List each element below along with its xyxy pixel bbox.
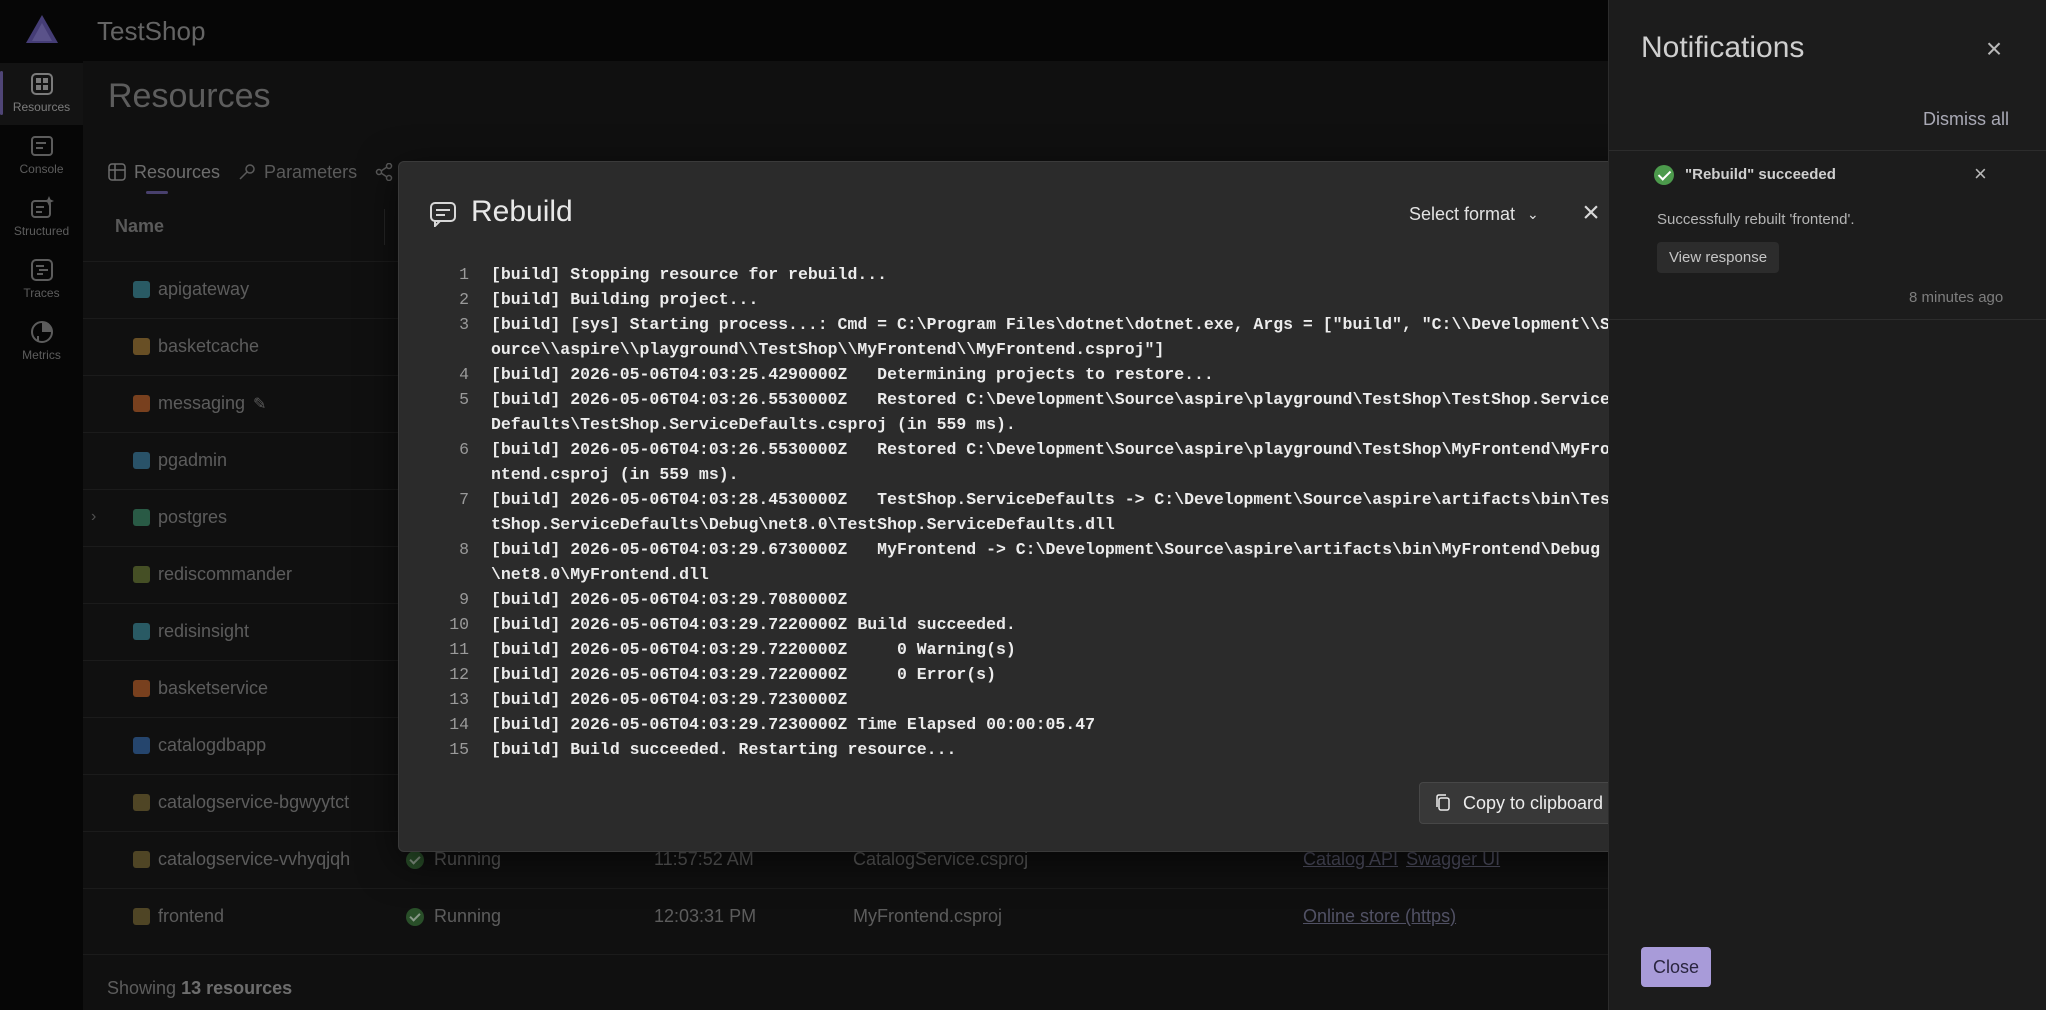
line-text: [build] Building project... <box>491 290 759 309</box>
line-text: [build] 2026-05-06T04:03:29.7220000Z 0 E… <box>491 665 996 684</box>
log-line: 10 [build] 2026-05-06T04:03:29.7220000Z B… <box>429 612 1619 637</box>
log-line: 7 [build] 2026-05-06T04:03:28.4530000Z Te… <box>429 487 1619 537</box>
line-text: [build] Build succeeded. Restarting reso… <box>491 740 957 759</box>
line-number: 8 <box>459 540 469 559</box>
line-number: 2 <box>459 290 469 309</box>
log-line: 12 [build] 2026-05-06T04:03:29.7220000Z 0… <box>429 662 1619 687</box>
line-number: 6 <box>459 440 469 459</box>
message-icon <box>430 202 456 227</box>
line-number: 12 <box>449 665 469 684</box>
line-text: [build] 2026-05-06T04:03:29.7220000Z 0 W… <box>491 640 1016 659</box>
close-button[interactable]: Close <box>1641 947 1711 987</box>
copy-to-clipboard-button[interactable]: Copy to clipboard <box>1419 782 1619 824</box>
close-icon[interactable]: × <box>1574 196 1608 230</box>
line-text: [build] [sys] Starting process...: Cmd =… <box>491 315 1610 359</box>
log-line: 8 [build] 2026-05-06T04:03:29.6730000Z My… <box>429 537 1619 587</box>
line-text: [build] 2026-05-06T04:03:29.7230000Z <box>491 690 848 709</box>
format-dropdown[interactable]: Select format ⌄ <box>1409 204 1539 225</box>
notification-text: Successfully rebuilt 'frontend'. <box>1657 211 1855 228</box>
dismiss-all-button[interactable]: Dismiss all <box>1923 109 2009 130</box>
log-line: 9 [build] 2026-05-06T04:03:29.7080000Z <box>429 587 1619 612</box>
line-number: 1 <box>459 265 469 284</box>
log-line: 5 [build] 2026-05-06T04:03:26.5530000Z Re… <box>429 387 1619 437</box>
line-text: [build] 2026-05-06T04:03:29.6730000Z MyF… <box>491 540 1600 584</box>
log-line: 11 [build] 2026-05-06T04:03:29.7220000Z 0… <box>429 637 1619 662</box>
copy-icon <box>1436 794 1450 811</box>
line-number: 15 <box>449 740 469 759</box>
line-number: 11 <box>449 640 469 659</box>
notification-title: "Rebuild" succeeded <box>1685 166 1836 183</box>
view-response-button[interactable]: View response <box>1657 242 1779 273</box>
rebuild-dialog: Rebuild Select format ⌄ × 1 [build] Stopp… <box>398 161 1648 852</box>
line-number: 14 <box>449 715 469 734</box>
line-text: [build] 2026-05-06T04:03:25.4290000Z Det… <box>491 365 1214 384</box>
line-number: 9 <box>459 590 469 609</box>
line-text: [build] 2026-05-06T04:03:26.5530000Z Res… <box>491 440 1610 484</box>
notifications-title: Notifications <box>1641 31 1805 64</box>
chevron-down-icon: ⌄ <box>1527 206 1539 222</box>
line-number: 10 <box>449 615 469 634</box>
line-text: [build] 2026-05-06T04:03:26.5530000Z Res… <box>491 390 1610 434</box>
notification-card: "Rebuild" succeeded × Successfully rebui… <box>1609 150 2046 320</box>
copy-label: Copy to clipboard <box>1462 792 1604 813</box>
notifications-panel: Notifications × Dismiss all "Rebuild" su… <box>1608 0 2046 1010</box>
line-number: 13 <box>449 690 469 709</box>
line-text: [build] 2026-05-06T04:03:29.7080000Z <box>491 590 848 609</box>
line-text: [build] 2026-05-06T04:03:28.4530000Z Tes… <box>491 490 1610 534</box>
log-line: 15 [build] Build succeeded. Restarting re… <box>429 737 1619 762</box>
format-label: Select format <box>1409 204 1516 224</box>
close-icon[interactable]: × <box>1974 161 1987 187</box>
line-number: 7 <box>459 490 469 509</box>
log-line: 14 [build] 2026-05-06T04:03:29.7230000Z T… <box>429 712 1619 737</box>
log-line: 3 [build] [sys] Starting process...: Cmd … <box>429 312 1619 362</box>
log-line: 13 [build] 2026-05-06T04:03:29.7230000Z <box>429 687 1619 712</box>
log-line: 2 [build] Building project... <box>429 287 1619 312</box>
line-text: [build] 2026-05-06T04:03:29.7220000Z Bui… <box>491 615 1016 634</box>
log-line: 4 [build] 2026-05-06T04:03:25.4290000Z De… <box>429 362 1619 387</box>
line-number: 3 <box>459 315 469 334</box>
line-number: 5 <box>459 390 469 409</box>
line-number: 4 <box>459 365 469 384</box>
notification-time: 8 minutes ago <box>1909 289 2004 306</box>
success-check-icon <box>1654 165 1674 185</box>
log-line: 6 [build] 2026-05-06T04:03:26.5530000Z Re… <box>429 437 1619 487</box>
dialog-title: Rebuild <box>471 195 573 228</box>
line-text: [build] Stopping resource for rebuild... <box>491 265 888 284</box>
close-icon[interactable]: × <box>1979 34 2009 64</box>
log-line: 1 [build] Stopping resource for rebuild..… <box>429 262 1619 287</box>
log-output: 1 [build] Stopping resource for rebuild..… <box>429 262 1619 762</box>
line-text: [build] 2026-05-06T04:03:29.7230000Z Tim… <box>491 715 1095 734</box>
